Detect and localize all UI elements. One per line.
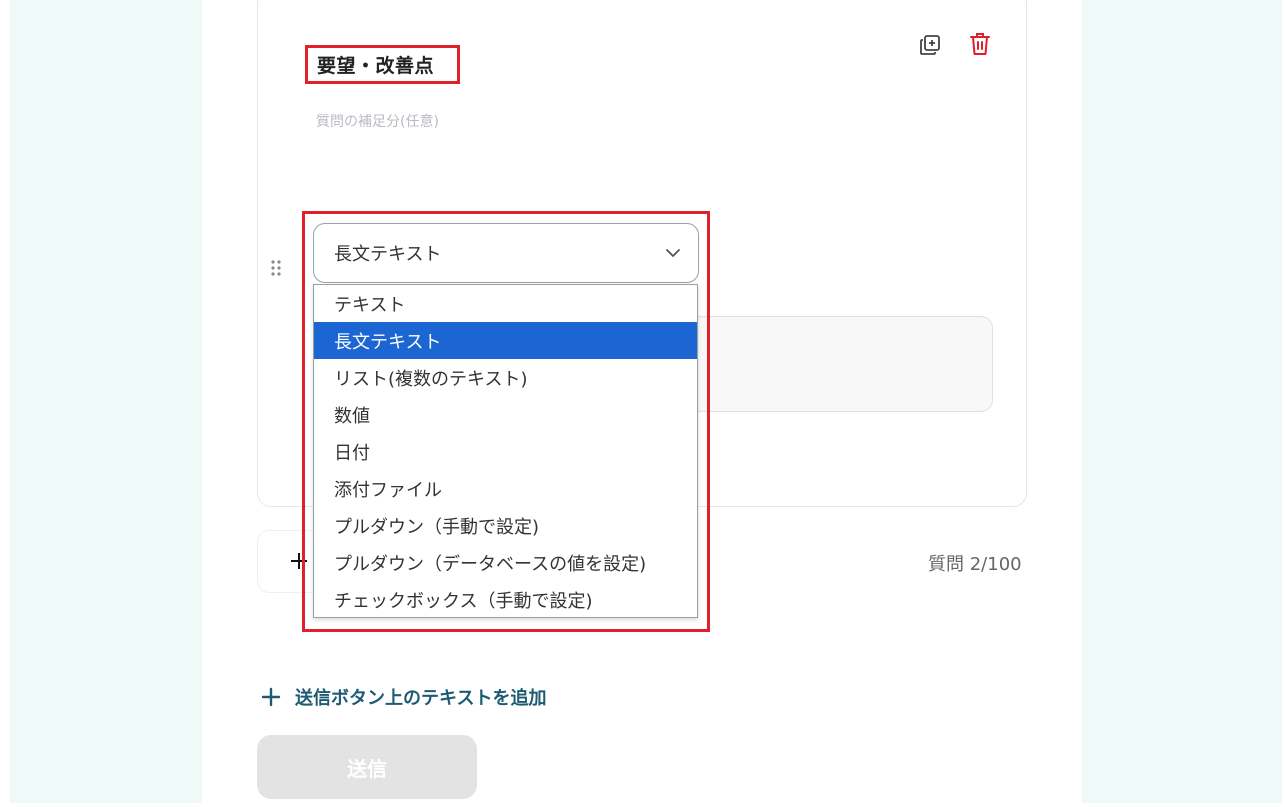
add-question-card[interactable]	[257, 530, 317, 593]
copy-icon[interactable]	[918, 33, 942, 57]
answer-type-option[interactable]: テキスト	[314, 285, 697, 322]
answer-type-option[interactable]: 添付ファイル	[314, 470, 697, 507]
answer-type-option[interactable]: 日付	[314, 433, 697, 470]
answer-preview-area	[690, 316, 993, 412]
answer-type-option[interactable]: 数値	[314, 396, 697, 433]
add-text-above-submit-link[interactable]: 送信ボタン上のテキストを追加	[261, 684, 546, 710]
question-count: 質問 2/100	[928, 554, 1022, 575]
plus-icon	[261, 687, 281, 707]
add-text-label: 送信ボタン上のテキストを追加	[295, 688, 547, 709]
submit-button[interactable]: 送信	[257, 735, 477, 799]
answer-type-option[interactable]: チェックボックス（手動で設定)	[314, 581, 697, 618]
question-supplement-placeholder[interactable]: 質問の補足分(任意)	[316, 111, 439, 131]
plus-icon[interactable]	[290, 552, 308, 570]
question-title-highlight: 要望・改善点	[305, 45, 460, 84]
answer-type-options: テキスト 長文テキスト リスト(複数のテキスト) 数値 日付 添付ファイル プル…	[313, 284, 698, 618]
answer-type-option[interactable]: プルダウン（手動で設定)	[314, 507, 697, 544]
question-title[interactable]: 要望・改善点	[317, 51, 434, 78]
trash-icon[interactable]	[968, 31, 992, 57]
chevron-down-icon	[666, 249, 680, 257]
answer-type-option-selected[interactable]: 長文テキスト	[314, 322, 697, 359]
answer-type-selected-value: 長文テキスト	[334, 244, 442, 265]
drag-handle-icon[interactable]	[270, 259, 282, 277]
answer-type-option[interactable]: リスト(複数のテキスト)	[314, 359, 697, 396]
answer-type-select[interactable]: 長文テキスト	[313, 223, 699, 283]
answer-type-option[interactable]: プルダウン（データベースの値を設定)	[314, 544, 697, 581]
